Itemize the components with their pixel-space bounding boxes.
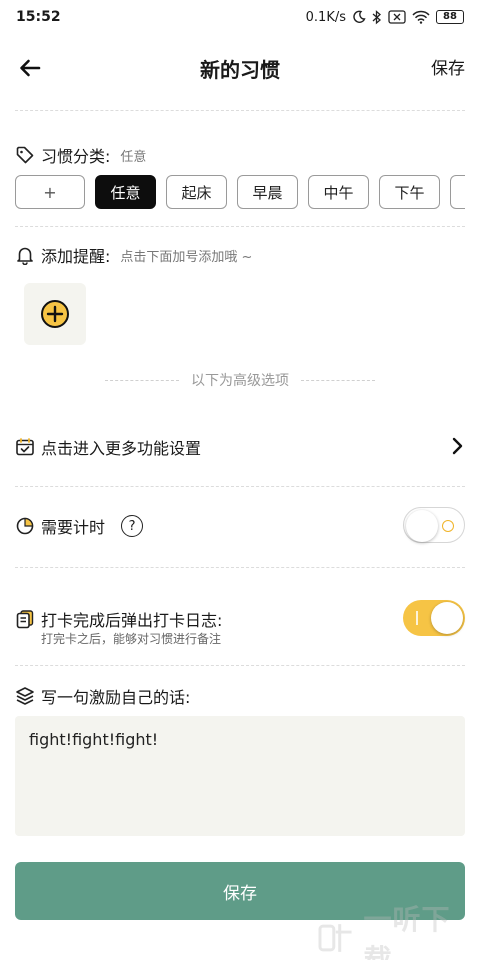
category-label: 习惯分类: [41,147,111,166]
divider [15,665,465,666]
tag-afternoon[interactable]: 下午 [379,175,440,209]
notes-icon [16,610,34,629]
toggle-knob [431,602,463,634]
tag-any[interactable]: 任意 [95,175,156,209]
moon-icon [353,10,366,23]
pie-timer-icon [16,517,34,535]
advanced-text: 以下为高级选项 [191,373,289,389]
tag-more-partial[interactable] [450,175,465,209]
toggle-knob [406,510,438,542]
timer-row: 需要计时 ? [15,514,144,538]
category-current: 任意 [120,149,147,165]
calendar-check-icon [16,438,34,456]
chevron-right-icon[interactable] [449,436,465,456]
bluetooth-icon [372,9,381,24]
status-time: 15:52 [16,9,61,25]
divider [15,110,465,111]
nav-bar: 新的习惯 保存 [0,40,480,96]
divider [15,226,465,227]
tag-noon[interactable]: 中午 [308,175,369,209]
category-tags: + 任意 起床 早晨 中午 下午 [15,175,465,209]
battery-icon: 88 [436,10,464,24]
category-row: 习惯分类: 任意 [15,143,146,167]
bell-icon [17,247,33,265]
page-title: 新的习惯 [200,58,280,82]
plus-circle-icon [41,300,69,328]
wifi-icon [412,10,430,24]
tag-morning[interactable]: 早晨 [237,175,298,209]
advanced-separator: 以下为高级选项 [105,370,375,390]
watermark: 一听下载 [318,903,478,960]
log-label: 打卡完成后弹出打卡日志: [41,611,223,630]
advanced-line-right [301,379,375,381]
reminder-hint: 点击下面加号添加哦 ~ [120,249,253,265]
log-row: 打卡完成后弹出打卡日志: [15,607,222,631]
more-settings-label: 点击进入更多功能设置 [41,439,202,458]
layers-icon [16,687,34,705]
divider [15,567,465,568]
motto-row: 写一句激励自己的话: [15,684,190,708]
add-category-button[interactable]: + [15,175,85,209]
motto-text: fight!fight!fight! [29,730,159,749]
motto-label: 写一句激励自己的话: [41,688,191,707]
reminder-label: 添加提醒: [41,247,111,266]
tag-icon [16,146,34,164]
timer-toggle[interactable] [403,507,465,543]
more-settings-row[interactable]: 点击进入更多功能设置 [15,435,201,459]
watermark-text: 一听下载 [363,903,451,960]
advanced-line-left [105,379,179,381]
reminder-row: 添加提醒: 点击下面加号添加哦 ~ [15,243,252,267]
timer-label: 需要计时 [41,518,106,537]
toggle-off-indicator [442,520,454,532]
add-reminder-button[interactable] [24,283,86,345]
help-icon[interactable]: ? [121,515,144,537]
log-note: 打完卡之后，能够对习惯进行备注 [41,632,222,646]
network-speed: 0.1K/s [305,9,346,25]
watermark-logo-icon [318,924,352,952]
log-toggle[interactable] [403,600,465,636]
status-icons: 0.1K/s 88 [306,10,464,25]
divider [15,486,465,487]
motto-textarea[interactable]: fight!fight!fight! [15,716,465,836]
sim-off-icon [388,10,406,24]
status-bar: 15:52 0.1K/s 88 [0,0,480,34]
tag-wake-up[interactable]: 起床 [166,175,227,209]
toggle-on-indicator [416,611,418,625]
header-save-button[interactable]: 保存 [431,54,465,79]
